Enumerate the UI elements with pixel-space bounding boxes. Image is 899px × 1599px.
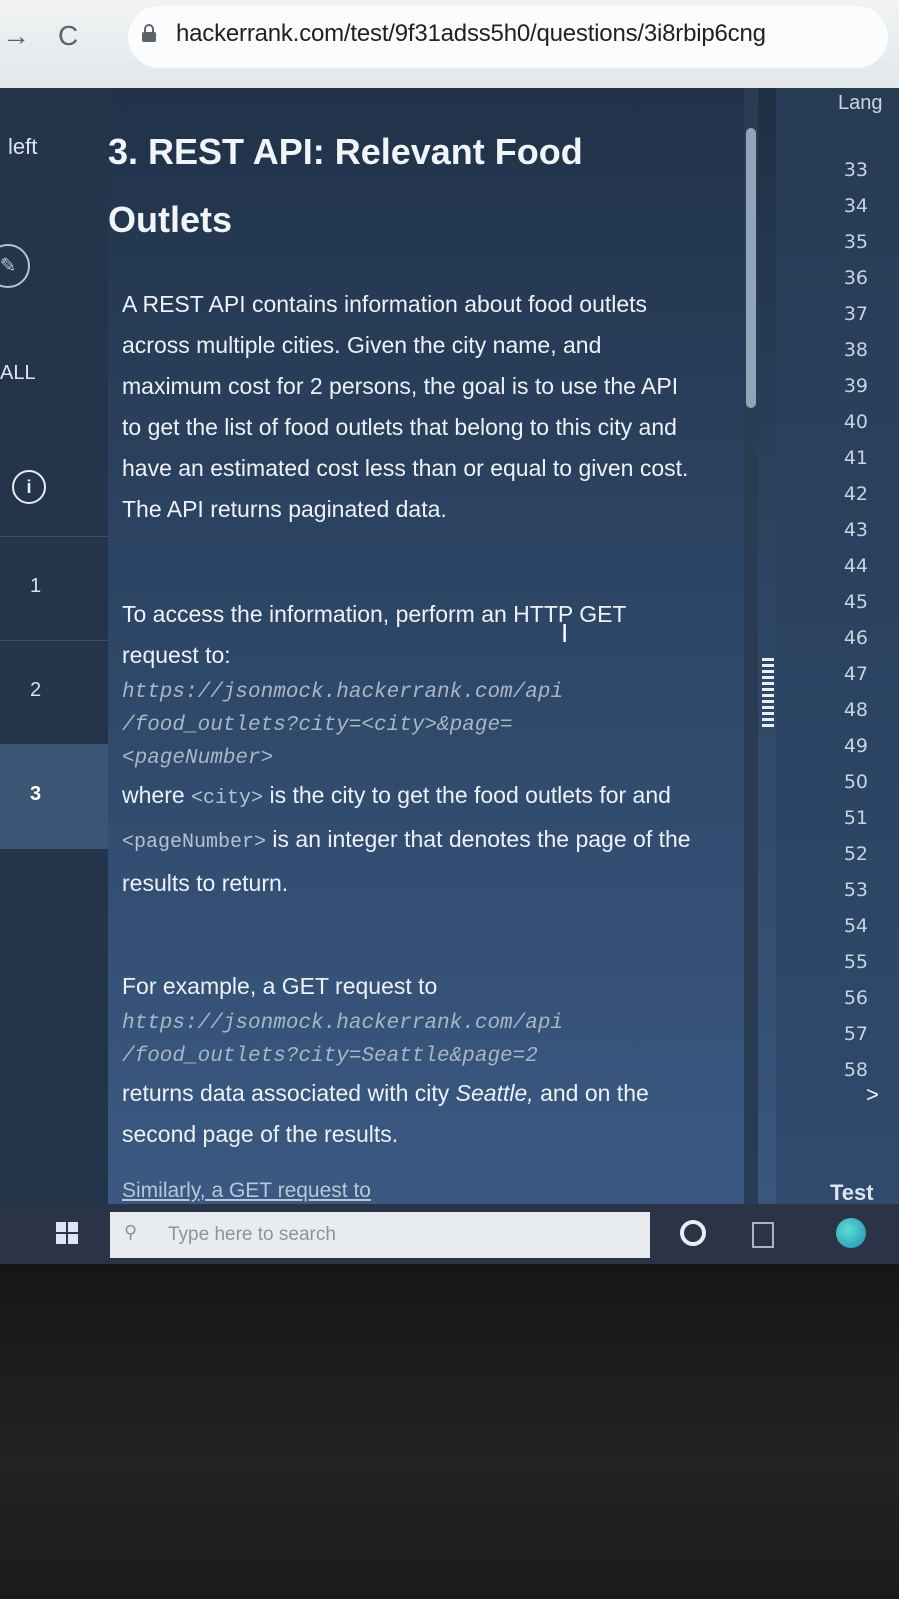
language-selector[interactable]: Lang [838, 92, 883, 115]
line-number: 37 [843, 303, 868, 325]
line-number: 40 [843, 411, 868, 433]
line-numbers: 33 34 35 36 37 38 39 40 41 42 43 44 45 46 47 48 49 50 51 52… [798, 152, 868, 1088]
cortana-icon[interactable] [680, 1220, 706, 1246]
search-placeholder: Type here to search [168, 1224, 336, 1245]
test-results-tab[interactable]: Test [830, 1180, 874, 1206]
line-number: 53 [843, 879, 868, 901]
line-number: 36 [843, 267, 868, 289]
line-number: 43 [843, 519, 868, 541]
content-scrollbar[interactable] [744, 88, 758, 1248]
lock-icon [142, 24, 156, 42]
reload-icon[interactable]: C [58, 20, 78, 52]
question-nav-item-1[interactable]: 1 [0, 536, 108, 641]
windows-taskbar: ⚲ Type here to search [0, 1204, 899, 1264]
info-icon[interactable]: i [12, 470, 46, 504]
endpoint-url-line: <pageNumber> [122, 747, 274, 770]
question-nav-item-3-active[interactable]: 3 [0, 744, 108, 849]
line-number: 54 [843, 915, 868, 937]
url-text[interactable]: hackerrank.com/test/9f31adss5h0/question… [176, 20, 766, 48]
line-number: 44 [843, 555, 868, 577]
hackerrank-test-page: left ✎ ALL i 1 2 3 3. REST API: Relevant… [0, 88, 899, 1248]
edit-icon[interactable]: ✎ [0, 244, 30, 288]
line-number: 41 [843, 447, 868, 469]
question-nav-sidebar: left ✎ ALL i 1 2 3 [0, 88, 108, 1248]
endpoint-intro: To access the information, perform an HT… [122, 601, 627, 668]
chevron-right-icon[interactable]: > [866, 1082, 879, 1108]
line-number: 56 [843, 987, 868, 1009]
taskbar-search-box[interactable]: ⚲ Type here to search [110, 1212, 650, 1258]
where-text: where [122, 782, 185, 808]
example-city: Seattle, [455, 1080, 534, 1106]
line-number: 33 [843, 159, 868, 181]
question-number: 1 [30, 575, 42, 597]
scrollbar-thumb[interactable] [746, 128, 756, 408]
forward-arrow-icon[interactable]: → [2, 20, 30, 52]
line-number: 52 [843, 843, 868, 865]
line-number: 45 [843, 591, 868, 613]
all-questions-link[interactable]: ALL [0, 362, 36, 385]
endpoint-url-line: https://jsonmock.hackerrank.com/api [122, 681, 564, 704]
text-cursor-icon: I [561, 618, 569, 648]
page-number-param: <pageNumber> [122, 831, 267, 854]
line-number: 51 [843, 807, 868, 829]
browser-toolbar: → C hackerrank.com/test/9f31adss5h0/ques… [0, 0, 899, 88]
line-number: 48 [843, 699, 868, 721]
endpoint-url-line: /food_outlets?city=<city>&page= [122, 714, 513, 737]
line-number: 58 [843, 1059, 868, 1081]
line-number: 39 [843, 375, 868, 397]
task-view-icon[interactable] [752, 1222, 774, 1248]
line-number: 57 [843, 1023, 868, 1045]
example-intro: For example, a GET request to [122, 973, 438, 999]
endpoint-description: To access the information, perform an HT… [122, 594, 692, 904]
windows-start-icon[interactable] [56, 1222, 80, 1246]
laptop-bezel [0, 1264, 899, 1599]
line-number: 42 [843, 483, 868, 505]
address-bar[interactable]: hackerrank.com/test/9f31adss5h0/question… [128, 6, 888, 68]
line-number: 49 [843, 735, 868, 757]
line-number: 35 [843, 231, 868, 253]
pane-resize-handle[interactable] [762, 658, 774, 728]
example-url-line: https://jsonmock.hackerrank.com/api [122, 1012, 564, 1035]
question-number: 3 [30, 783, 42, 805]
question-content: 3. REST API: Relevant Food Outlets A RES… [108, 88, 744, 1248]
line-number: 38 [843, 339, 868, 361]
example-url-line: /food_outlets?city=Seattle&page=2 [122, 1045, 538, 1068]
search-icon: ⚲ [124, 1222, 138, 1242]
line-number: 46 [843, 627, 868, 649]
line-number: 47 [843, 663, 868, 685]
question-title: 3. REST API: Relevant Food Outlets [108, 131, 583, 240]
code-editor-gutter: Lang 33 34 35 36 37 38 39 40 41 42 43 44 45 46 47 48 49 5… [776, 88, 899, 1248]
line-number: 50 [843, 771, 868, 793]
edge-browser-icon[interactable] [836, 1218, 866, 1248]
line-number: 55 [843, 951, 868, 973]
question-nav-item-2[interactable]: 2 [0, 640, 108, 745]
question-number: 2 [30, 679, 42, 701]
city-param: <city> [191, 787, 264, 810]
problem-description: A REST API contains information about fo… [122, 291, 689, 522]
line-number: 34 [843, 195, 868, 217]
where-mid-text: is the city to get the food outlets for … [269, 782, 671, 808]
example-description: For example, a GET request to https://js… [122, 966, 692, 1155]
example-after-text: returns data associated with city [122, 1080, 450, 1106]
time-left-label: left [8, 134, 38, 159]
